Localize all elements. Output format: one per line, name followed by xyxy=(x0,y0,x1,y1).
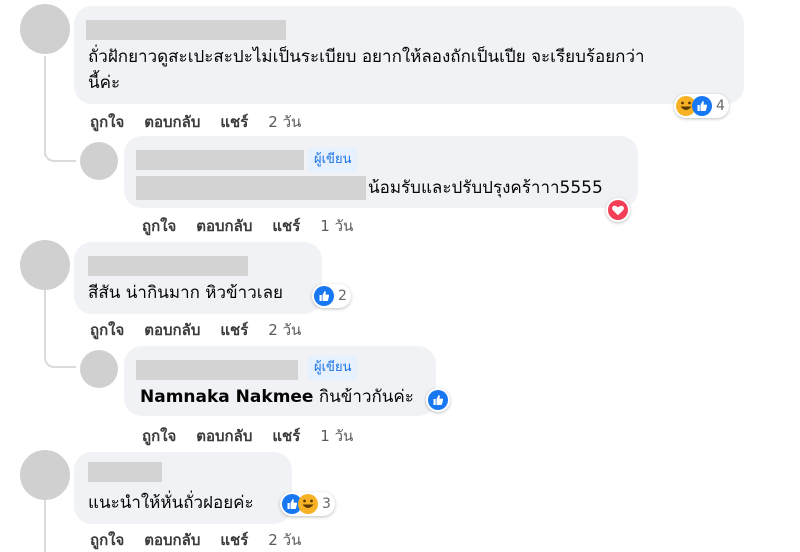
comment-text: แนะนำให้หั่นถั่วฝอยค่ะ xyxy=(88,493,254,513)
comment-bubble: สีสัน น่ากินมาก หิวข้าวเลย xyxy=(74,242,322,314)
comment-text: ถั่วฝักยาวดูสะเปะสะปะไม่เป็นระเบียบ อยาก… xyxy=(88,47,645,67)
timestamp[interactable]: 2 วัน xyxy=(268,110,301,134)
comment-text: นี้ค่ะ xyxy=(88,73,121,93)
reply-link[interactable]: ตอบกลับ xyxy=(144,528,200,552)
redacted-author-name xyxy=(86,20,286,40)
like-link[interactable]: ถูกใจ xyxy=(90,110,124,134)
share-link[interactable]: แชร์ xyxy=(272,214,300,238)
avatar[interactable] xyxy=(20,450,70,500)
reaction-summary[interactable] xyxy=(606,198,630,222)
avatar[interactable] xyxy=(20,4,70,54)
avatar[interactable] xyxy=(80,350,118,388)
reply-link[interactable]: ตอบกลับ xyxy=(196,424,252,448)
reply-text: น้อมรับและปรับปรุงคร้าาา5555 xyxy=(368,178,603,198)
reply-bubble: ผู้เขียน Namnaka Nakmee กินข้าวกันค่ะ xyxy=(124,346,436,416)
redacted-author-name xyxy=(136,360,298,380)
reaction-summary[interactable]: 3 xyxy=(280,492,335,516)
like-link[interactable]: ถูกใจ xyxy=(142,424,176,448)
timestamp[interactable]: 1 วัน xyxy=(320,424,353,448)
comment-bubble: แนะนำให้หั่นถั่วฝอยค่ะ xyxy=(74,452,292,524)
comment-text: สีสัน น่ากินมาก หิวข้าวเลย xyxy=(88,283,283,303)
reply-text: Namnaka Nakmee กินข้าวกันค่ะ xyxy=(140,384,414,410)
reaction-count: 4 xyxy=(716,98,725,114)
redacted-author-name xyxy=(136,150,304,170)
author-badge: ผู้เขียน xyxy=(308,148,358,172)
mention-link[interactable]: Namnaka Nakmee xyxy=(140,387,313,407)
reply-actions: ถูกใจ ตอบกลับ แชร์ 1 วัน xyxy=(142,214,353,238)
avatar[interactable] xyxy=(80,142,118,180)
timestamp[interactable]: 2 วัน xyxy=(268,318,301,342)
thread-elbow xyxy=(44,140,76,162)
redacted-author-name xyxy=(88,256,248,276)
reply-link[interactable]: ตอบกลับ xyxy=(196,214,252,238)
like-link[interactable]: ถูกใจ xyxy=(90,318,124,342)
share-link[interactable]: แชร์ xyxy=(220,110,248,134)
like-link[interactable]: ถูกใจ xyxy=(90,528,124,552)
reaction-summary[interactable] xyxy=(426,388,450,412)
comment-actions: ถูกใจ ตอบกลับ แชร์ 2 วัน xyxy=(90,318,301,342)
reply-actions: ถูกใจ ตอบกลับ แชร์ 1 วัน xyxy=(142,424,353,448)
comment-actions: ถูกใจ ตอบกลับ แชร์ 2 วัน xyxy=(90,110,301,134)
redacted-author-name xyxy=(88,462,162,482)
comment-actions: ถูกใจ ตอบกลับ แชร์ 2 วัน xyxy=(90,528,301,552)
reaction-summary[interactable]: 4 xyxy=(674,94,729,118)
share-link[interactable]: แชร์ xyxy=(220,528,248,552)
avatar[interactable] xyxy=(20,240,70,290)
share-link[interactable]: แชร์ xyxy=(220,318,248,342)
author-badge: ผู้เขียน xyxy=(308,356,358,380)
reaction-summary[interactable]: 2 xyxy=(312,284,351,308)
thread-elbow xyxy=(44,346,76,368)
reaction-count: 2 xyxy=(338,288,347,304)
reaction-count: 3 xyxy=(322,496,331,512)
share-link[interactable]: แชร์ xyxy=(272,424,300,448)
like-icon xyxy=(314,286,334,306)
redacted-mention xyxy=(136,176,366,200)
timestamp[interactable]: 2 วัน xyxy=(268,528,301,552)
like-link[interactable]: ถูกใจ xyxy=(142,214,176,238)
reply-bubble: ผู้เขียน น้อมรับและปรับปรุงคร้าาา5555 xyxy=(124,136,638,208)
reply-text-body: กินข้าวกันค่ะ xyxy=(318,387,414,407)
reply-link[interactable]: ตอบกลับ xyxy=(144,318,200,342)
comment-bubble: ถั่วฝักยาวดูสะเปะสะปะไม่เป็นระเบียบ อยาก… xyxy=(74,6,744,104)
like-icon xyxy=(692,96,712,116)
love-icon xyxy=(608,200,628,220)
haha-icon xyxy=(298,494,318,514)
reply-link[interactable]: ตอบกลับ xyxy=(144,110,200,134)
timestamp[interactable]: 1 วัน xyxy=(320,214,353,238)
like-icon xyxy=(428,390,448,410)
